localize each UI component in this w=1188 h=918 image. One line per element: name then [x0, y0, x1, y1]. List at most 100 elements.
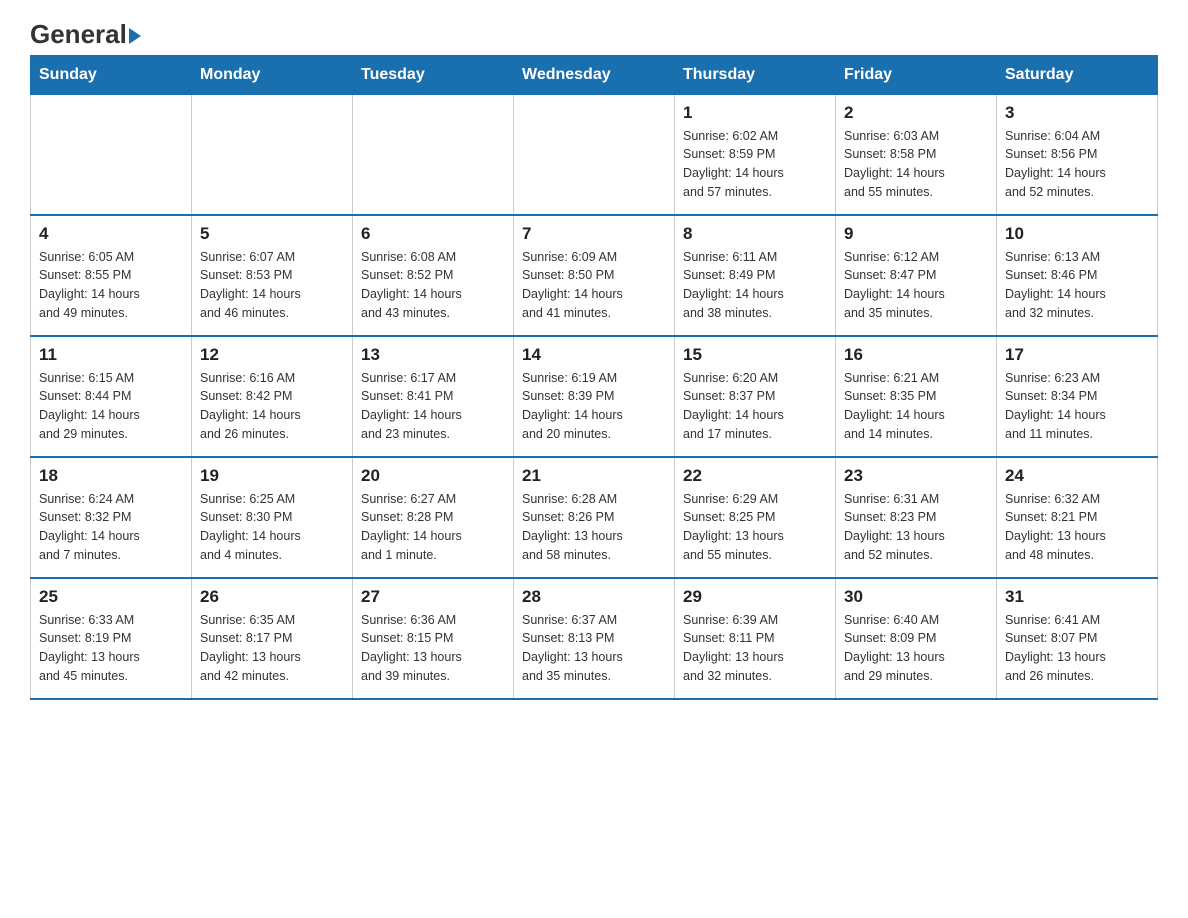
calendar-week-row: 4Sunrise: 6:05 AMSunset: 8:55 PMDaylight…: [31, 215, 1158, 336]
calendar-cell: 24 Sunrise: 6:32 AMSunset: 8:21 PMDayligh…: [997, 457, 1158, 578]
day-info: Sunrise: 6:39 AMSunset: 8:11 PMDaylight:…: [683, 611, 827, 686]
calendar-cell: 30 Sunrise: 6:40 AMSunset: 8:09 PMDayligh…: [836, 578, 997, 699]
day-number: 15: [683, 345, 827, 365]
calendar-cell: 31 Sunrise: 6:41 AMSunset: 8:07 PMDayligh…: [997, 578, 1158, 699]
calendar-cell: 27 Sunrise: 6:36 AMSunset: 8:15 PMDayligh…: [353, 578, 514, 699]
day-number: 29: [683, 587, 827, 607]
calendar-cell: 14Sunrise: 6:19 AMSunset: 8:39 PMDayligh…: [514, 336, 675, 457]
calendar-cell: 6Sunrise: 6:08 AMSunset: 8:52 PMDaylight…: [353, 215, 514, 336]
logo-arrow-icon: [129, 28, 141, 44]
day-info: Sunrise: 6:33 AMSunset: 8:19 PMDaylight:…: [39, 611, 183, 686]
day-number: 16: [844, 345, 988, 365]
calendar-table: SundayMondayTuesdayWednesdayThursdayFrid…: [30, 55, 1158, 700]
day-info: Sunrise: 6:15 AMSunset: 8:44 PMDaylight:…: [39, 369, 183, 444]
weekday-header-thursday: Thursday: [675, 55, 836, 94]
calendar-cell: 18 Sunrise: 6:24 AMSunset: 8:32 PMDayligh…: [31, 457, 192, 578]
day-info: Sunrise: 6:41 AMSunset: 8:07 PMDaylight:…: [1005, 611, 1149, 686]
day-number: 11: [39, 345, 183, 365]
logo: General: [30, 20, 141, 45]
calendar-cell: 1 Sunrise: 6:02 AMSunset: 8:59 PMDaylight…: [675, 94, 836, 215]
calendar-cell: 25 Sunrise: 6:33 AMSunset: 8:19 PMDayligh…: [31, 578, 192, 699]
weekday-header-saturday: Saturday: [997, 55, 1158, 94]
day-number: 28: [522, 587, 666, 607]
day-number: 26: [200, 587, 344, 607]
calendar-week-row: 11 Sunrise: 6:15 AMSunset: 8:44 PMDayligh…: [31, 336, 1158, 457]
calendar-cell: 15 Sunrise: 6:20 AMSunset: 8:37 PMDayligh…: [675, 336, 836, 457]
day-info: Sunrise: 6:27 AMSunset: 8:28 PMDaylight:…: [361, 490, 505, 565]
day-number: 12: [200, 345, 344, 365]
day-number: 5: [200, 224, 344, 244]
day-number: 7: [522, 224, 666, 244]
calendar-cell: 10 Sunrise: 6:13 AMSunset: 8:46 PMDayligh…: [997, 215, 1158, 336]
day-info: Sunrise: 6:20 AMSunset: 8:37 PMDaylight:…: [683, 369, 827, 444]
calendar-cell: 26Sunrise: 6:35 AMSunset: 8:17 PMDayligh…: [192, 578, 353, 699]
calendar-cell: 20 Sunrise: 6:27 AMSunset: 8:28 PMDayligh…: [353, 457, 514, 578]
calendar-cell: 11 Sunrise: 6:15 AMSunset: 8:44 PMDayligh…: [31, 336, 192, 457]
day-number: 24: [1005, 466, 1149, 486]
calendar-week-row: 1 Sunrise: 6:02 AMSunset: 8:59 PMDaylight…: [31, 94, 1158, 215]
day-info: Sunrise: 6:13 AMSunset: 8:46 PMDaylight:…: [1005, 248, 1149, 323]
day-number: 2: [844, 103, 988, 123]
weekday-header-tuesday: Tuesday: [353, 55, 514, 94]
day-number: 31: [1005, 587, 1149, 607]
day-info: Sunrise: 6:32 AMSunset: 8:21 PMDaylight:…: [1005, 490, 1149, 565]
logo-general-text: General: [30, 20, 141, 49]
day-info: Sunrise: 6:24 AMSunset: 8:32 PMDaylight:…: [39, 490, 183, 565]
day-info: Sunrise: 6:23 AMSunset: 8:34 PMDaylight:…: [1005, 369, 1149, 444]
day-number: 10: [1005, 224, 1149, 244]
calendar-cell: 2Sunrise: 6:03 AMSunset: 8:58 PMDaylight…: [836, 94, 997, 215]
day-number: 27: [361, 587, 505, 607]
calendar-cell: [514, 94, 675, 215]
page-header: General: [30, 20, 1158, 45]
calendar-cell: 21 Sunrise: 6:28 AMSunset: 8:26 PMDayligh…: [514, 457, 675, 578]
day-info: Sunrise: 6:21 AMSunset: 8:35 PMDaylight:…: [844, 369, 988, 444]
day-number: 21: [522, 466, 666, 486]
day-number: 18: [39, 466, 183, 486]
day-number: 23: [844, 466, 988, 486]
day-number: 4: [39, 224, 183, 244]
day-info: Sunrise: 6:25 AMSunset: 8:30 PMDaylight:…: [200, 490, 344, 565]
day-number: 8: [683, 224, 827, 244]
day-info: Sunrise: 6:17 AMSunset: 8:41 PMDaylight:…: [361, 369, 505, 444]
day-info: Sunrise: 6:04 AMSunset: 8:56 PMDaylight:…: [1005, 127, 1149, 202]
calendar-cell: 8Sunrise: 6:11 AMSunset: 8:49 PMDaylight…: [675, 215, 836, 336]
calendar-cell: 22 Sunrise: 6:29 AMSunset: 8:25 PMDayligh…: [675, 457, 836, 578]
calendar-cell: 7 Sunrise: 6:09 AMSunset: 8:50 PMDaylight…: [514, 215, 675, 336]
calendar-cell: 4Sunrise: 6:05 AMSunset: 8:55 PMDaylight…: [31, 215, 192, 336]
day-info: Sunrise: 6:12 AMSunset: 8:47 PMDaylight:…: [844, 248, 988, 323]
day-number: 19: [200, 466, 344, 486]
calendar-cell: [31, 94, 192, 215]
day-info: Sunrise: 6:29 AMSunset: 8:25 PMDaylight:…: [683, 490, 827, 565]
day-number: 30: [844, 587, 988, 607]
weekday-header-wednesday: Wednesday: [514, 55, 675, 94]
day-info: Sunrise: 6:07 AMSunset: 8:53 PMDaylight:…: [200, 248, 344, 323]
weekday-header-sunday: Sunday: [31, 55, 192, 94]
day-number: 17: [1005, 345, 1149, 365]
calendar-week-row: 18 Sunrise: 6:24 AMSunset: 8:32 PMDayligh…: [31, 457, 1158, 578]
calendar-cell: 13Sunrise: 6:17 AMSunset: 8:41 PMDayligh…: [353, 336, 514, 457]
day-number: 6: [361, 224, 505, 244]
day-info: Sunrise: 6:40 AMSunset: 8:09 PMDaylight:…: [844, 611, 988, 686]
day-number: 22: [683, 466, 827, 486]
day-number: 25: [39, 587, 183, 607]
day-info: Sunrise: 6:31 AMSunset: 8:23 PMDaylight:…: [844, 490, 988, 565]
day-info: Sunrise: 6:19 AMSunset: 8:39 PMDaylight:…: [522, 369, 666, 444]
day-info: Sunrise: 6:16 AMSunset: 8:42 PMDaylight:…: [200, 369, 344, 444]
calendar-cell: 17 Sunrise: 6:23 AMSunset: 8:34 PMDayligh…: [997, 336, 1158, 457]
day-number: 20: [361, 466, 505, 486]
weekday-header-friday: Friday: [836, 55, 997, 94]
calendar-cell: 19 Sunrise: 6:25 AMSunset: 8:30 PMDayligh…: [192, 457, 353, 578]
calendar-cell: 12 Sunrise: 6:16 AMSunset: 8:42 PMDayligh…: [192, 336, 353, 457]
calendar-cell: 16 Sunrise: 6:21 AMSunset: 8:35 PMDayligh…: [836, 336, 997, 457]
calendar-cell: [353, 94, 514, 215]
day-number: 9: [844, 224, 988, 244]
day-number: 3: [1005, 103, 1149, 123]
calendar-cell: [192, 94, 353, 215]
day-info: Sunrise: 6:09 AMSunset: 8:50 PMDaylight:…: [522, 248, 666, 323]
calendar-header-row: SundayMondayTuesdayWednesdayThursdayFrid…: [31, 55, 1158, 94]
day-info: Sunrise: 6:02 AMSunset: 8:59 PMDaylight:…: [683, 127, 827, 202]
day-info: Sunrise: 6:36 AMSunset: 8:15 PMDaylight:…: [361, 611, 505, 686]
day-info: Sunrise: 6:28 AMSunset: 8:26 PMDaylight:…: [522, 490, 666, 565]
calendar-cell: 5 Sunrise: 6:07 AMSunset: 8:53 PMDaylight…: [192, 215, 353, 336]
day-number: 1: [683, 103, 827, 123]
